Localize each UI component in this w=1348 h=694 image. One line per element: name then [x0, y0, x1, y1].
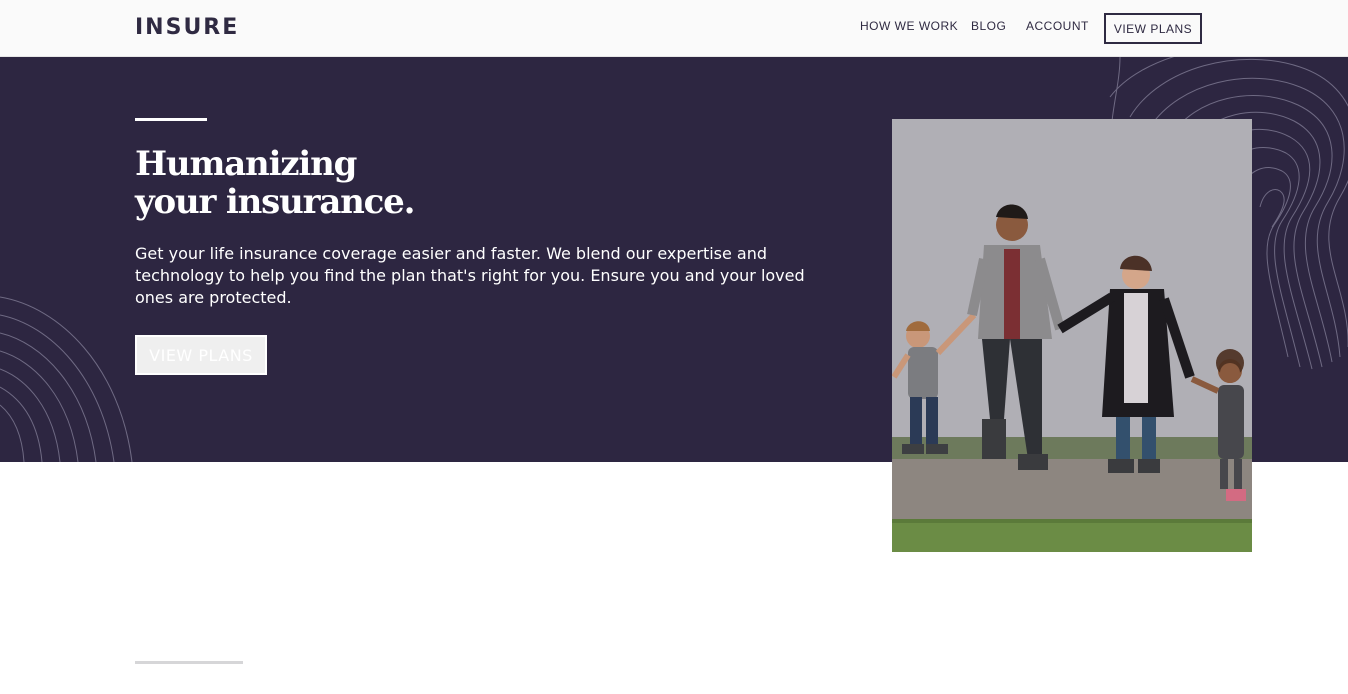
- nav-blog[interactable]: BLOG: [971, 19, 1006, 33]
- view-plans-nav-button[interactable]: VIEW PLANS: [1104, 13, 1202, 44]
- logo[interactable]: INSURE: [135, 15, 239, 41]
- view-plans-hero-button[interactable]: VIEW PLANS: [135, 335, 267, 375]
- nav-how-we-work[interactable]: HOW WE WORK: [860, 19, 958, 33]
- site-header: INSURE HOW WE WORK BLOG ACCOUNT VIEW PLA…: [0, 0, 1348, 57]
- hero-title-line2: your insurance.: [135, 182, 415, 222]
- hero-title: Humanizing your insurance.: [135, 145, 495, 221]
- nav-account[interactable]: ACCOUNT: [1026, 19, 1089, 33]
- family-photo: [892, 119, 1252, 552]
- hero-title-line1: Humanizing: [135, 144, 357, 184]
- section-divider: [135, 661, 243, 664]
- contour-pattern-left: [0, 296, 133, 462]
- hero-divider: [135, 118, 207, 121]
- hero-description: Get your life insurance coverage easier …: [135, 244, 805, 307]
